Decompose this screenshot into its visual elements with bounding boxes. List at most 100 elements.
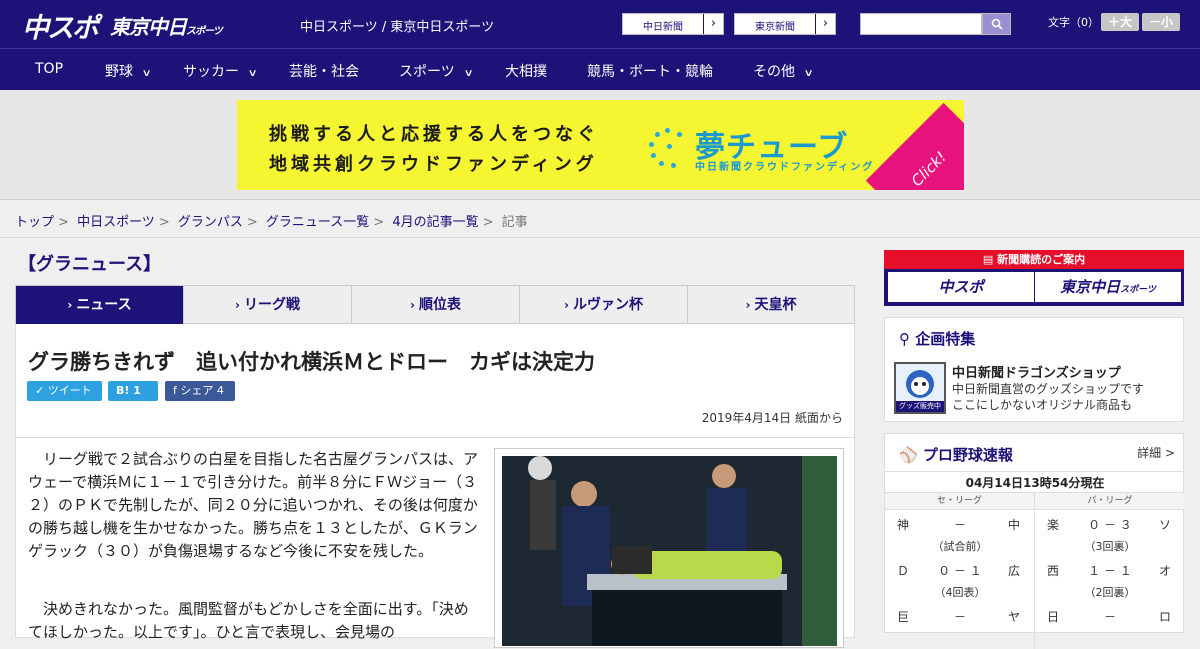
nav-item-racing[interactable]: 競馬・ボート・競輪 [587, 61, 713, 81]
plan-desc-line1: 中日新聞直営のグッズショップです [952, 382, 1145, 396]
chevron-down-icon: ∨ [141, 68, 152, 79]
inning: （試合前） [932, 540, 988, 553]
breadcrumb-current: 記事 [501, 215, 528, 230]
nav-item-sports[interactable]: スポーツ ∨ [399, 61, 474, 81]
breadcrumb-month[interactable]: 4月の記事一覧 [392, 215, 478, 230]
article-paragraph: 決めきれなかった。風間監督がもどかしさを全面に出す。「決めてほしかった。以上です… [28, 600, 469, 641]
twitter-icon: ✓ [35, 384, 48, 397]
sub-btn2-label: 東京中日 [1060, 278, 1121, 296]
breadcrumb-top[interactable]: トップ [15, 215, 54, 230]
baseball-icon: ⚾ [899, 446, 923, 464]
subscribe-tokyo-chunichi-button[interactable]: 東京中日スポーツ [1035, 272, 1181, 302]
tab-label: リーグ戦 [243, 297, 300, 313]
nav-item-baseball[interactable]: 野球 ∨ [105, 61, 152, 81]
search-icon [991, 18, 1003, 30]
chunichi-shimbun-link[interactable]: 中日新聞 › [622, 13, 724, 35]
crowdfunding-banner[interactable]: 挑戦する人と応援する人をつなぐ 地域共創クラウドファンディング 夢チューブ 中日… [237, 100, 964, 190]
feature-title: ⚲ 企画特集 [899, 328, 975, 349]
nav-item-top[interactable]: TOP [35, 61, 63, 77]
font-size-decrease-button[interactable]: －小 [1142, 13, 1180, 31]
banner-sub: 中日新聞クラウドファンディング [695, 162, 875, 173]
dragons-shop-image[interactable]: グッズ販売中 [894, 362, 946, 414]
breadcrumb-chunichi-sports[interactable]: 中日スポーツ [77, 215, 155, 230]
article-date: 2019年4月14日 紙面から [701, 411, 843, 425]
select1-label: 中日新聞 [643, 22, 683, 33]
search-button[interactable] [982, 13, 1011, 35]
chuspo-logo[interactable]: 中スポ [22, 6, 99, 45]
pin-icon: ⚲ [899, 330, 916, 348]
nav-item-entertainment[interactable]: 芸能・社会 [289, 61, 359, 81]
sub-btn2-small: スポーツ [1120, 285, 1156, 295]
dragons-shop-link[interactable]: 中日新聞ドラゴンズショップ [952, 362, 1121, 381]
tab-levain-cup[interactable]: › ルヴァン杯 [520, 286, 688, 324]
tweet-label: ツイート [47, 384, 92, 397]
tokyo-shimbun-link[interactable]: 東京新聞 › [734, 13, 836, 35]
chevron-right-icon: › [703, 14, 723, 34]
nav-item-sumo[interactable]: 大相撲 [505, 61, 547, 81]
scores-details-link[interactable]: 詳細 > [1137, 444, 1175, 461]
article-photo[interactable] [502, 456, 837, 646]
nav-label: スポーツ [399, 64, 455, 80]
game-row[interactable]: Ｄ０ － １ 広（4回表） [885, 557, 1035, 603]
game-row[interactable]: 楽０ － ３ ソ（3回裏） [1035, 511, 1185, 557]
game-row[interactable]: 神－中（試合前） [885, 511, 1035, 557]
team-away: 広 [1007, 564, 1020, 578]
photo-illustration [502, 456, 837, 646]
game-row[interactable]: 日－ロ [1035, 603, 1185, 649]
chevron-right-icon: › [745, 298, 751, 312]
banner-text: 挑戦する人と応援する人をつなぐ 地域共創クラウドファンディング [269, 120, 599, 180]
team-away: ソ [1158, 518, 1171, 532]
section-title: 【グラニュース】 [18, 254, 162, 275]
tab-bar: › ニュース › リーグ戦 › 順位表 › ルヴァン杯 › 天皇杯 [15, 285, 855, 324]
tokyo-chunichi-logo[interactable]: 東京中日スポーツ [110, 11, 223, 40]
game-row[interactable]: 巨－ヤ [885, 603, 1035, 649]
chevron-down-icon: ∨ [463, 68, 474, 79]
tab-label: ニュース [76, 297, 132, 313]
team-away: 中 [1007, 518, 1020, 532]
nav-label: 競馬・ボート・競輪 [587, 64, 713, 80]
chevron-right-icon: › [235, 298, 240, 312]
tab-standings[interactable]: › 順位表 [352, 286, 520, 324]
nav-item-other[interactable]: その他 ∨ [753, 61, 814, 81]
font-size-label: 文字（0） [1048, 16, 1099, 29]
team-away: ロ [1158, 610, 1171, 624]
tab-league[interactable]: › リーグ戦 [184, 286, 352, 324]
game-row[interactable]: 西１ － １ オ（2回裏） [1035, 557, 1185, 603]
tab-label: 順位表 [418, 297, 461, 313]
breadcrumb: トップ > 中日スポーツ > グランパス > グラニュース一覧 > 4月の記事一覧 > 記… [15, 215, 528, 230]
nav-label: サッカー [183, 64, 239, 80]
baseball-scores-box: ⚾ プロ野球速報 詳細 > 04月14日13時54分現在 セ・リーグ パ・リーグ… [884, 433, 1185, 649]
dots-logo-icon [647, 128, 691, 168]
nav-label: 野球 [105, 64, 133, 80]
nav-label: 芸能・社会 [289, 64, 359, 80]
scores-timestamp: 04月14日13時54分現在 [885, 471, 1185, 493]
breadcrumb-news-list[interactable]: グラニュース一覧 [266, 215, 369, 230]
tab-emperors-cup[interactable]: › 天皇杯 [688, 286, 854, 324]
article-header: グラ勝ちきれず 追い付かれ横浜Ｍとドロー カギは決定力 ✓ ツイート B! 1 … [15, 324, 855, 438]
breadcrumb-grampus[interactable]: グランパス [178, 215, 243, 230]
article-title: グラ勝ちきれず 追い付かれ横浜Ｍとドロー カギは決定力 [28, 350, 595, 374]
facebook-share-button[interactable]: f シェア 4 [165, 381, 235, 401]
search-input[interactable] [860, 13, 982, 35]
article-photo-frame [494, 448, 844, 648]
nav-label: その他 [753, 64, 795, 80]
tab-news[interactable]: › ニュース [16, 286, 184, 324]
team-away: オ [1158, 564, 1171, 578]
tab-label: ルヴァン杯 [572, 297, 643, 313]
banner-line2: 地域共創クラウドファンディング [269, 154, 598, 175]
nav-item-soccer[interactable]: サッカー ∨ [183, 61, 258, 81]
newspaper-icon: ▤ [982, 253, 998, 266]
tokyo-logo-text: 東京中日 [110, 15, 187, 39]
dragons-shop-description: 中日新聞直営のグッズショップです ここにしかないオリジナル商品も [952, 381, 1144, 413]
article-paragraph: リーグ戦で２試合ぶりの白星を目指した名古屋グランパスは、アウェーで横浜Ｍに１－１… [28, 450, 479, 560]
hatena-bookmark-button[interactable]: B! 1 [108, 381, 158, 401]
tweet-button[interactable]: ✓ ツイート [27, 381, 102, 401]
subscribe-chuspo-button[interactable]: 中スポ [888, 272, 1034, 302]
banner-line1: 挑戦する人と応援する人をつなぐ [269, 124, 599, 145]
font-size-increase-button[interactable]: ＋大 [1101, 13, 1139, 31]
site-title: 中日スポーツ / 東京中日スポーツ [300, 20, 495, 35]
tab-label: 天皇杯 [754, 297, 797, 313]
top-bar: 中スポ 東京中日スポーツ 中日スポーツ / 東京中日スポーツ 中日新聞 › 東京新… [0, 0, 1200, 48]
subscription-heading: ▤ 新聞購読のご案内 [884, 250, 1184, 269]
subscription-box: ▤ 新聞購読のご案内 中スポ 東京中日スポーツ [884, 250, 1184, 306]
